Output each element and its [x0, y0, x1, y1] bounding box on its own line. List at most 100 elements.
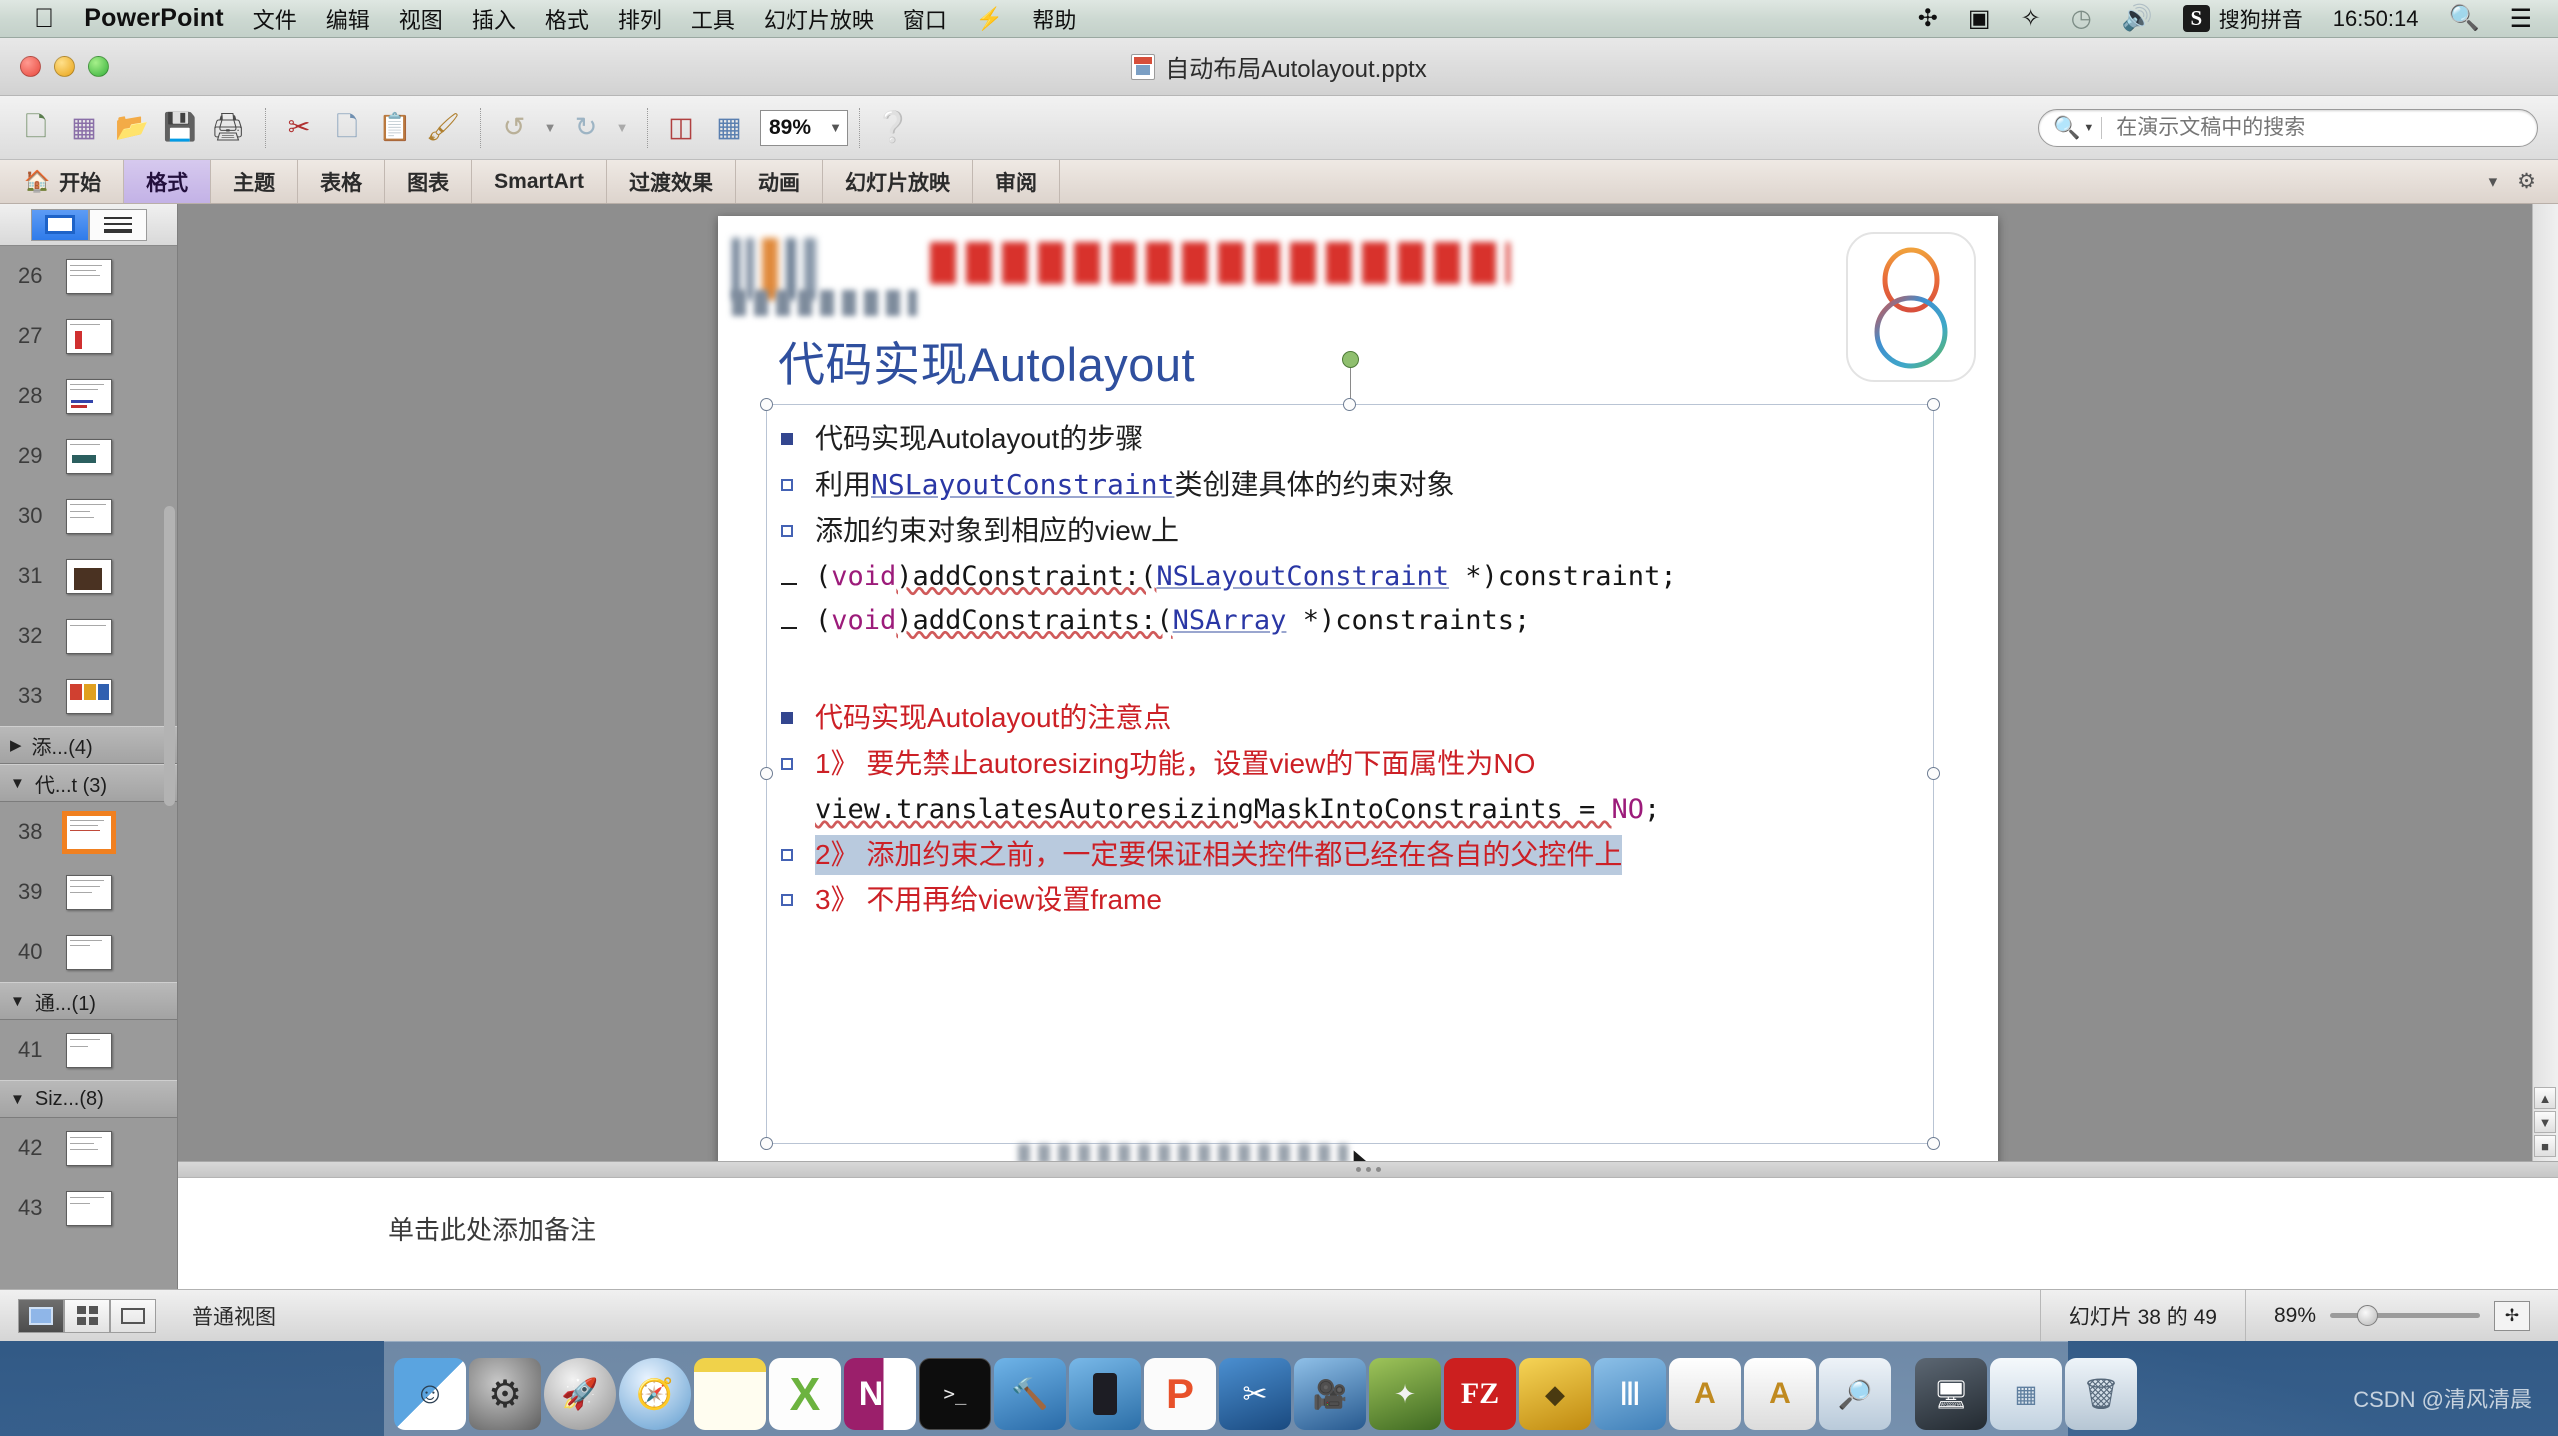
zoom-slider-knob[interactable]	[2357, 1305, 2378, 1326]
list-item[interactable]: 42	[0, 1118, 177, 1178]
search-options-chevron-icon[interactable]: ▼	[2083, 122, 2094, 134]
zoom-slider[interactable]	[2330, 1305, 2480, 1326]
resize-handle-bl[interactable]	[760, 1137, 773, 1150]
undo-dropdown-icon[interactable]: ▼	[540, 106, 560, 150]
spotlight-search-icon[interactable]: 🔍	[2448, 4, 2479, 33]
slide-thumbnail-list[interactable]: 26 27 28 29 30 31 32 33 ▶ 添...(4) ▼ 代...…	[0, 246, 177, 1289]
dock-item-sketch[interactable]: ◆	[1519, 1358, 1591, 1430]
slide-title[interactable]: 代码实现Autolayout	[778, 326, 1195, 395]
list-item[interactable]: 33	[0, 666, 177, 726]
list-item[interactable]: (void)addConstraint:(NSLayoutConstraint …	[781, 557, 1923, 596]
open-file-icon[interactable]: 📂	[110, 106, 154, 150]
list-item[interactable]: 40	[0, 922, 177, 982]
list-item[interactable]: 30	[0, 486, 177, 546]
new-slide-icon[interactable]: ◫	[659, 106, 703, 150]
list-item[interactable]: 3》 不用再给view设置frame	[781, 880, 1923, 921]
dock-item-app-store-a[interactable]: A	[1669, 1358, 1741, 1430]
list-item[interactable]: 31	[0, 546, 177, 606]
list-item[interactable]: 28	[0, 366, 177, 426]
media-browser-icon[interactable]: ▦	[62, 106, 106, 150]
chevron-down-icon[interactable]: ▾	[2489, 172, 2498, 192]
dock-item-app-store-b[interactable]: A	[1744, 1358, 1816, 1430]
dock-item-fifo-app[interactable]: ✦	[1369, 1358, 1441, 1430]
dock-item-snipping-tool[interactable]: ✂	[1219, 1358, 1291, 1430]
dock-item-trash[interactable]: 🗑	[2065, 1358, 2137, 1430]
list-item[interactable]: 2》 添加约束之前，一定要保证相关控件都已经在各自的父控件上	[781, 834, 1923, 876]
dock-item-simulator[interactable]	[1069, 1358, 1141, 1430]
list-item[interactable]: 1》 要先禁止autoresizing功能，设置view的下面属性为NO	[781, 744, 1923, 785]
redo-icon[interactable]: ↻	[564, 106, 608, 150]
sidebar-group-header[interactable]: ▼ Siz...(8)	[0, 1080, 177, 1118]
code-line-row[interactable]: view.translatesAutoresizingMaskIntoConst…	[781, 790, 1923, 829]
resize-handle-tr[interactable]	[1927, 398, 1940, 411]
help-icon[interactable]: ❔	[871, 106, 915, 150]
slide-thumbnail[interactable]	[66, 558, 112, 594]
slide-thumbnail[interactable]	[66, 934, 112, 970]
resize-handle-br[interactable]	[1927, 1137, 1940, 1150]
tab-home[interactable]: 🏠 开始	[0, 160, 125, 203]
dock-item-filezilla[interactable]: FZ	[1444, 1358, 1516, 1430]
normal-view-icon[interactable]	[18, 1298, 64, 1333]
screen-record-icon[interactable]: ▣	[1968, 4, 1991, 33]
new-presentation-icon[interactable]: 🗋	[14, 106, 58, 150]
tab-review[interactable]: 审阅	[973, 160, 1061, 203]
content-placeholder[interactable]: 代码实现Autolayout的步骤 利用NSLayoutConstraint类创…	[760, 351, 1940, 1150]
bullet-list[interactable]: 代码实现Autolayout的步骤 利用NSLayoutConstraint类创…	[781, 419, 1923, 926]
list-item[interactable]: 29	[0, 426, 177, 486]
slide-thumbnail[interactable]	[66, 498, 112, 534]
dock-item-xcode[interactable]: 🔨	[994, 1358, 1066, 1430]
zoom-level-combobox[interactable]: 89% ▼	[760, 109, 848, 146]
dock-item-notes[interactable]	[694, 1358, 766, 1430]
bluetooth-icon[interactable]: ✣	[1918, 4, 1938, 33]
slide-sorter-icon[interactable]	[64, 1298, 110, 1333]
gear-icon[interactable]: ⚙	[2517, 169, 2536, 194]
dropbox-icon[interactable]: ✧	[2021, 4, 2041, 33]
menu-item-file[interactable]: 文件	[253, 3, 297, 35]
clock-icon[interactable]: ◷	[2071, 4, 2092, 33]
menu-item-tools[interactable]: 工具	[691, 3, 735, 35]
dock-item-remote-desktop[interactable]: 🖥	[1915, 1358, 1987, 1430]
dock-item-safari[interactable]: 🧭	[619, 1358, 691, 1430]
format-painter-icon[interactable]: 🖌	[421, 106, 465, 150]
list-item[interactable]: (void)addConstraints:(NSArray *)constrai…	[781, 601, 1923, 640]
slide-thumbnail[interactable]	[66, 378, 112, 414]
tab-smartart[interactable]: SmartArt	[472, 160, 608, 203]
undo-icon[interactable]: ↺	[492, 106, 536, 150]
slide-thumbnail[interactable]	[66, 318, 112, 354]
notes-pane[interactable]: 单击此处添加备注	[178, 1177, 2558, 1289]
tab-format[interactable]: 格式	[124, 160, 212, 203]
apple-logo-icon[interactable]: 	[34, 5, 54, 32]
tab-charts[interactable]: 图表	[385, 160, 473, 203]
dock-item-finder[interactable]: ☺	[394, 1358, 466, 1430]
menu-app-name[interactable]: PowerPoint	[84, 4, 224, 33]
notification-center-icon[interactable]: ☰	[2510, 4, 2532, 34]
list-item[interactable]: 代码实现Autolayout的注意点	[781, 698, 1923, 739]
resize-handle-tc[interactable]	[1343, 398, 1356, 411]
dock-item-sublime-text[interactable]: Ⅲ	[1594, 1358, 1666, 1430]
cut-icon[interactable]: ✂	[277, 106, 321, 150]
notes-pane-splitter[interactable]	[178, 1161, 2558, 1177]
flash-icon[interactable]: ⚡	[976, 6, 1003, 32]
slide-canvas[interactable]: 代码实现Autolayout 代码实现Autolayout的步骤 利用NSLay…	[178, 204, 2558, 1161]
slide-thumbnail[interactable]	[66, 1130, 112, 1166]
list-item[interactable]: 利用NSLayoutConstraint类创建具体的约束对象	[781, 465, 1923, 506]
save-file-icon[interactable]: 💾	[158, 106, 202, 150]
list-item[interactable]: 添加约束对象到相应的view上	[781, 511, 1923, 552]
current-slide[interactable]: 代码实现Autolayout 代码实现Autolayout的步骤 利用NSLay…	[718, 216, 1998, 1161]
tab-transitions[interactable]: 过渡效果	[607, 160, 737, 203]
search-box[interactable]: 🔍 ▼	[2038, 108, 2538, 147]
next-slide-button[interactable]: ▼	[2534, 1111, 2556, 1133]
dock-item-launchpad[interactable]: 🚀	[544, 1358, 616, 1430]
resize-handle-tl[interactable]	[760, 398, 773, 411]
previous-slide-button[interactable]: ▲	[2534, 1087, 2556, 1109]
dock-item-system-preferences[interactable]: ⚙	[469, 1358, 541, 1430]
list-item[interactable]: 38	[0, 802, 177, 862]
menu-item-slideshow[interactable]: 幻灯片放映	[764, 3, 874, 35]
resize-handle-mr[interactable]	[1927, 767, 1940, 780]
search-input[interactable]	[2102, 115, 2533, 140]
list-item[interactable]: 27	[0, 306, 177, 366]
list-item[interactable]: 43	[0, 1178, 177, 1238]
dock-item-quicktime[interactable]: 🎥	[1294, 1358, 1366, 1430]
slide-thumbnail[interactable]	[66, 874, 112, 910]
outline-view-icon[interactable]	[88, 208, 147, 241]
